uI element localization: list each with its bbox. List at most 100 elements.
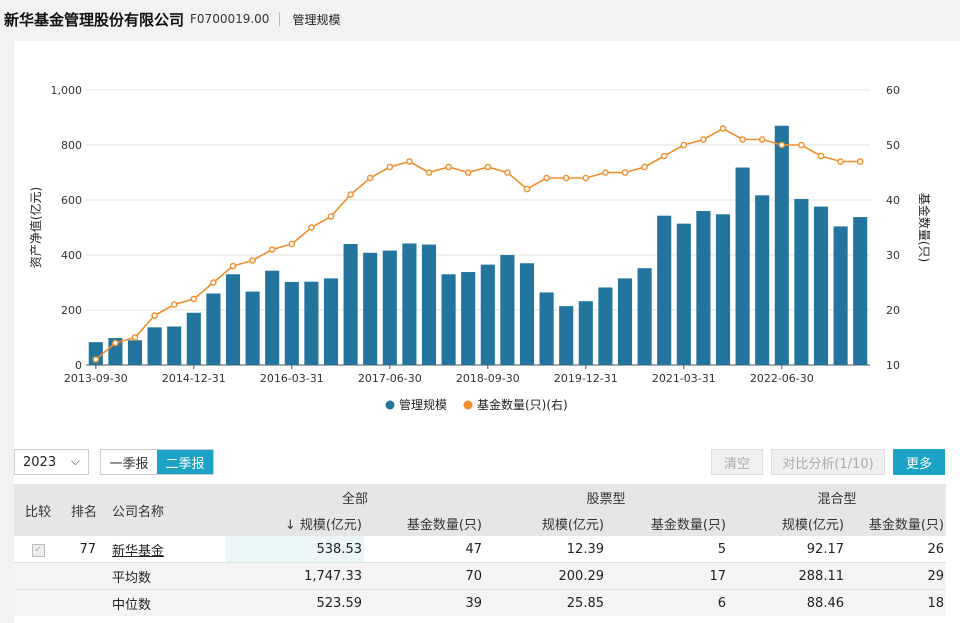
chevron-down-icon: ⌵	[70, 454, 80, 468]
legend-marker-scale	[385, 400, 395, 410]
stock-count-cell: 5	[606, 536, 728, 563]
bar	[323, 278, 339, 365]
bar	[637, 268, 652, 365]
bar	[284, 281, 299, 365]
x-tick-label: 2016-03-31	[260, 372, 324, 385]
clear-button[interactable]: 清空	[711, 449, 763, 475]
fund-count-point	[504, 169, 511, 176]
header-all-scale[interactable]: ↓ 规模(亿元)	[226, 510, 364, 536]
rank-cell: 77	[62, 536, 106, 563]
quarter-q2-button[interactable]: 二季报	[157, 450, 213, 474]
header-group-mixed: 混合型	[728, 484, 946, 510]
y-left-tick-label: 1,000	[51, 84, 83, 97]
fund-count-point	[602, 169, 609, 176]
fund-count-point	[288, 240, 296, 248]
x-tick-label: 2017-06-30	[358, 372, 422, 385]
company-cell: 新华基金	[106, 536, 226, 563]
bar	[461, 272, 476, 365]
header-mixed-scale[interactable]: 规模(亿元)	[728, 510, 846, 536]
fund-count-point	[739, 136, 746, 143]
quarter-toggle: 一季报 二季报	[100, 449, 214, 475]
bar	[833, 226, 848, 365]
fund-count-point	[758, 136, 766, 143]
legend-marker-count	[463, 400, 473, 410]
y-left-tick-label: 0	[75, 359, 82, 372]
header-group-stock: 股票型	[484, 484, 728, 510]
fund-count-point	[484, 163, 492, 171]
content-panel: 0 200 400 600 800 1,000 10 20 30 40 50 60 资产净值(亿元) 基金…	[14, 41, 960, 623]
stat-label: 中位数	[106, 589, 226, 616]
tab-management-scale[interactable]: 管理规模	[292, 11, 340, 28]
bar	[853, 217, 868, 365]
table-row: 平均数 1,747.33 70 200.29 17 288.11 29	[14, 562, 946, 590]
fund-count-point	[347, 191, 354, 198]
x-tick-label: 2013-09-30	[64, 372, 128, 385]
bar	[480, 264, 495, 365]
quarter-q1-button[interactable]: 一季报	[101, 450, 157, 474]
fund-count-point	[719, 125, 727, 132]
bar	[578, 301, 593, 365]
y-right-tick-label: 40	[886, 194, 900, 207]
fund-count-point	[406, 158, 413, 165]
fund-count-point	[464, 169, 472, 176]
y-right-tick-label: 60	[886, 84, 900, 97]
y-right-axis-title: 基金数量(只)	[917, 193, 932, 262]
bar	[382, 250, 397, 365]
bar	[598, 287, 613, 365]
bar	[774, 125, 789, 365]
bar	[794, 198, 809, 365]
fund-count-point	[660, 152, 668, 160]
header-rank[interactable]: 排名	[62, 484, 106, 536]
legend-label-count: 基金数量(只)(右)	[477, 397, 568, 412]
header-stock-scale[interactable]: 规模(亿元)	[484, 510, 606, 536]
fund-count-point	[131, 334, 139, 341]
y-right-tick-label: 10	[886, 359, 900, 372]
fund-count-point	[210, 279, 217, 286]
all-count-cell: 70	[364, 562, 484, 590]
bar	[363, 252, 378, 365]
stock-scale-cell: 200.29	[484, 562, 606, 590]
fund-count-point	[641, 163, 648, 171]
bar	[245, 291, 260, 365]
bar	[127, 340, 143, 365]
fund-count-point	[268, 246, 276, 253]
year-select[interactable]: 2023 ⌵	[14, 449, 89, 475]
bar	[441, 274, 456, 365]
compare-checkbox[interactable]: ✓	[14, 536, 62, 563]
bar	[676, 223, 691, 365]
bar	[265, 270, 280, 365]
stat-label: 平均数	[106, 562, 226, 590]
company-link[interactable]: 新华基金	[112, 544, 164, 559]
compare-analysis-button[interactable]: 对比分析(1/10)	[771, 449, 885, 475]
filter-controls: 2023 ⌵ 一季报 二季报 清空 对比分析(1/10) 更多	[14, 446, 960, 478]
header-divider	[279, 12, 281, 26]
table-header-row: 比较 排名 公司名称 全部 股票型 混合型	[14, 484, 946, 536]
header-mixed-count[interactable]: 基金数量(只)	[846, 510, 946, 536]
y-right-tick-label: 30	[886, 249, 900, 262]
mixed-scale-cell: 92.17	[728, 536, 846, 563]
fund-count-point	[621, 169, 629, 176]
company-code: F0700019.00	[190, 12, 270, 26]
stock-scale-cell: 25.85	[484, 589, 606, 616]
bar	[186, 312, 201, 365]
y-right-tick-label: 20	[886, 304, 900, 317]
x-tick-label: 2014-12-31	[162, 372, 226, 385]
fund-count-point	[92, 356, 100, 363]
bar	[500, 255, 515, 365]
bar	[167, 326, 182, 365]
header-all-count[interactable]: 基金数量(只)	[364, 510, 484, 536]
check-icon: ✓	[31, 544, 45, 557]
fund-count-point	[112, 339, 119, 347]
fund-count-point	[543, 174, 550, 182]
year-select-value: 2023	[23, 454, 57, 470]
mixed-scale-cell: 88.46	[728, 589, 846, 616]
header-stock-count[interactable]: 基金数量(只)	[606, 510, 728, 536]
bar	[617, 278, 633, 365]
bar	[813, 206, 829, 365]
fund-count-point	[366, 174, 374, 182]
fund-count-point	[445, 163, 452, 171]
fund-count-point	[425, 169, 433, 176]
more-button[interactable]: 更多	[893, 449, 945, 475]
x-tick-label: 2022-06-30	[750, 372, 814, 385]
header-group-all: 全部	[226, 484, 484, 510]
